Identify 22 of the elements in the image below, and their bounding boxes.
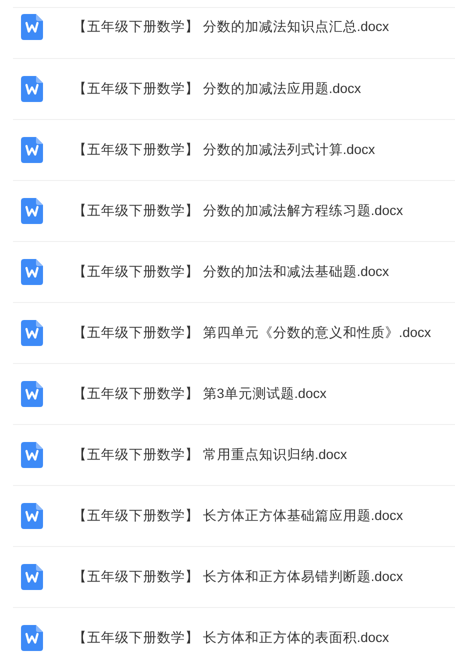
word-document-icon [21, 320, 43, 346]
word-document-icon [21, 503, 43, 529]
word-document-icon [21, 14, 43, 40]
file-name[interactable]: 【五年级下册数学】 常用重点知识归纳.docx [73, 446, 348, 464]
word-document-icon [21, 625, 43, 651]
word-document-icon [21, 442, 43, 468]
file-name[interactable]: 【五年级下册数学】 长方体和正方体易错判断题.docx [73, 568, 404, 586]
file-name[interactable]: 【五年级下册数学】 长方体和正方体的表面积.docx [73, 629, 390, 647]
word-document-icon [21, 564, 43, 590]
file-name[interactable]: 【五年级下册数学】 分数的加减法知识点汇总.docx [73, 18, 390, 36]
file-name[interactable]: 【五年级下册数学】 第四单元《分数的意义和性质》.docx [73, 324, 432, 342]
file-name[interactable]: 【五年级下册数学】 分数的加法和减法基础题.docx [73, 263, 390, 281]
file-name[interactable]: 【五年级下册数学】 分数的加减法列式计算.docx [73, 141, 376, 159]
word-document-icon [21, 137, 43, 163]
word-document-icon [21, 259, 43, 285]
file-name[interactable]: 【五年级下册数学】 分数的加减法应用题.docx [73, 80, 362, 98]
file-name[interactable]: 【五年级下册数学】 第3单元测试题.docx [73, 385, 327, 403]
file-name[interactable]: 【五年级下册数学】 分数的加减法解方程练习题.docx [73, 202, 404, 220]
word-document-icon [21, 76, 43, 102]
word-document-icon [21, 198, 43, 224]
file-name[interactable]: 【五年级下册数学】 长方体正方体基础篇应用题.docx [73, 507, 404, 525]
word-document-icon [21, 381, 43, 407]
